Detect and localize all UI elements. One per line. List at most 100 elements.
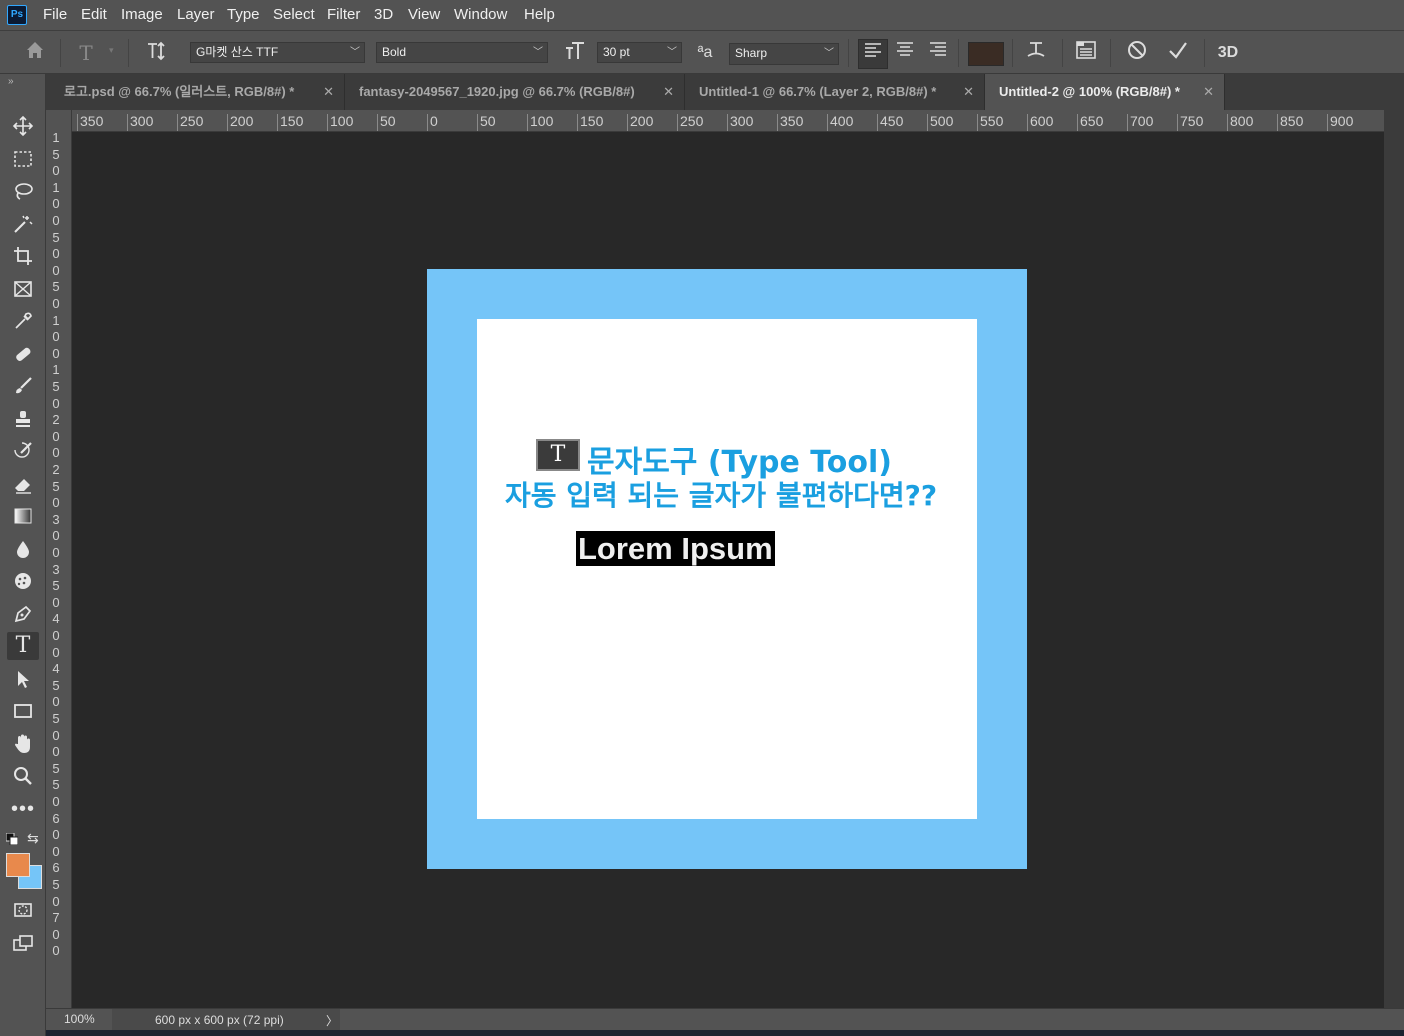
- ruler-label: 250: [680, 113, 704, 129]
- toggle-text-orientation-icon[interactable]: [142, 39, 170, 67]
- quick-mask-icon[interactable]: [7, 896, 39, 924]
- expand-panel-icon[interactable]: »: [8, 76, 14, 87]
- ruler-label: 5: [52, 478, 60, 494]
- taskbar-strip: [0, 1030, 1404, 1036]
- path-selection-tool-icon[interactable]: [7, 665, 39, 693]
- anti-aliasing-select[interactable]: Sharp ﹀: [729, 43, 839, 65]
- zoom-level[interactable]: 100%: [64, 1012, 95, 1026]
- close-icon[interactable]: ✕: [963, 74, 974, 110]
- ruler-label: 350: [780, 113, 804, 129]
- menu-edit[interactable]: Edit: [81, 0, 107, 30]
- crop-tool-icon[interactable]: [7, 242, 39, 270]
- 3d-icon[interactable]: 3D: [1214, 39, 1242, 67]
- close-icon[interactable]: ✕: [323, 74, 334, 110]
- more-tools-icon[interactable]: •••: [7, 795, 39, 823]
- ruler-label: 550: [980, 113, 1004, 129]
- foreground-color-swatch[interactable]: [6, 853, 30, 877]
- menu-type[interactable]: Type: [227, 0, 260, 30]
- sponge-tool-icon[interactable]: [7, 567, 39, 595]
- status-bar: 100% 600 px x 600 px (72 ppi) 〉: [46, 1008, 1404, 1030]
- screen-mode-icon[interactable]: [7, 929, 39, 957]
- menu-window[interactable]: Window: [454, 0, 507, 30]
- font-style-select[interactable]: Bold ﹀: [376, 42, 548, 63]
- warp-text-icon[interactable]: [1022, 39, 1050, 67]
- commit-check-icon[interactable]: [1164, 39, 1192, 67]
- ruler-tick: [1227, 114, 1228, 131]
- text-color-swatch[interactable]: [968, 42, 1004, 66]
- menu-file[interactable]: File: [43, 0, 67, 30]
- headline-line-2: 자동 입력 되는 글자가 불편하다면??: [505, 479, 938, 512]
- status-menu-arrow-icon[interactable]: 〉: [326, 1012, 338, 1029]
- ruler-label: 300: [130, 113, 154, 129]
- ruler-label: 0: [430, 113, 438, 129]
- home-icon[interactable]: [21, 39, 49, 67]
- swap-colors-icon[interactable]: ⇆: [27, 830, 39, 847]
- menu-filter[interactable]: Filter: [327, 0, 360, 30]
- move-tool-icon[interactable]: [7, 112, 39, 140]
- ruler-tick: [1077, 114, 1078, 131]
- ruler-label: 0: [52, 744, 60, 760]
- marquee-tool-icon[interactable]: [7, 145, 39, 173]
- ruler-tick: [1277, 114, 1278, 131]
- ruler-label: 0: [52, 943, 60, 959]
- close-icon[interactable]: ✕: [1203, 74, 1214, 110]
- lasso-tool-icon[interactable]: [7, 177, 39, 205]
- history-brush-tool-icon[interactable]: [7, 437, 39, 465]
- blur-tool-icon[interactable]: [7, 535, 39, 563]
- menu-help[interactable]: Help: [524, 0, 555, 30]
- ruler-label: 2: [52, 462, 60, 477]
- clone-stamp-tool-icon[interactable]: [7, 405, 39, 433]
- align-right-icon[interactable]: [924, 39, 952, 67]
- menu-select[interactable]: Select: [273, 0, 315, 30]
- type-tool-preset-icon[interactable]: T: [72, 39, 100, 67]
- ruler-label: 600: [1030, 113, 1054, 129]
- eraser-tool-icon[interactable]: [7, 470, 39, 498]
- cancel-icon[interactable]: [1123, 39, 1151, 67]
- ruler-label: 0: [52, 794, 60, 809]
- menu-3d[interactable]: 3D: [374, 0, 393, 30]
- tab-fantasy-jpg[interactable]: fantasy-2049567_1920.jpg @ 66.7% (RGB/8#…: [345, 74, 685, 110]
- font-family-select[interactable]: G마켓 산스 TTF ﹀: [190, 42, 365, 63]
- character-panel-icon[interactable]: [1072, 39, 1100, 67]
- tab-logo-psd[interactable]: 로고.psd @ 66.7% (일러스트, RGB/8#) * ✕: [50, 74, 345, 110]
- gradient-tool-icon[interactable]: [7, 502, 39, 530]
- menu-view[interactable]: View: [408, 0, 440, 30]
- ruler-label: 0: [52, 594, 60, 610]
- vertical-ruler: 1501005005010015020025030035040045050055…: [46, 110, 72, 1008]
- ruler-label: 0: [52, 329, 60, 345]
- menu-image[interactable]: Image: [121, 0, 163, 30]
- align-left-icon[interactable]: [858, 39, 888, 69]
- ruler-label: 5: [52, 711, 60, 726]
- close-icon[interactable]: ✕: [663, 74, 674, 110]
- tab-untitled-1[interactable]: Untitled-1 @ 66.7% (Layer 2, RGB/8#) * ✕: [685, 74, 985, 110]
- magic-wand-tool-icon[interactable]: [7, 210, 39, 238]
- hand-tool-icon[interactable]: [7, 730, 39, 758]
- ruler-label: 700: [1130, 113, 1154, 129]
- selected-placeholder-text[interactable]: Lorem Ipsum: [576, 531, 775, 566]
- brush-tool-icon[interactable]: [7, 372, 39, 400]
- zoom-tool-icon[interactable]: [7, 762, 39, 790]
- font-size-field[interactable]: 30 pt ﹀: [597, 42, 682, 63]
- eyedropper-tool-icon[interactable]: [7, 307, 39, 335]
- ruler-tick: [877, 114, 878, 131]
- vertical-scrollbar[interactable]: [1384, 110, 1404, 1008]
- ruler-tick: [427, 114, 428, 131]
- align-center-icon[interactable]: [891, 39, 919, 67]
- ruler-tick: [327, 114, 328, 131]
- chevron-down-icon[interactable]: ▾: [109, 45, 114, 56]
- menu-layer[interactable]: Layer: [177, 0, 215, 30]
- ruler-label: 6: [52, 860, 60, 876]
- ruler-label: 850: [1280, 113, 1304, 129]
- tab-untitled-2[interactable]: Untitled-2 @ 100% (RGB/8#) * ✕: [985, 74, 1225, 110]
- healing-brush-tool-icon[interactable]: [7, 340, 39, 368]
- pen-tool-icon[interactable]: [7, 600, 39, 628]
- ruler-tick: [827, 114, 828, 131]
- ruler-label: 5: [52, 877, 60, 892]
- frame-tool-icon[interactable]: [7, 275, 39, 303]
- rectangle-tool-icon[interactable]: [7, 697, 39, 725]
- default-colors-icon[interactable]: [5, 832, 19, 846]
- document-canvas[interactable]: T 문자도구 (Type Tool) 자동 입력 되는 글자가 불편하다면?? …: [427, 269, 1027, 869]
- ruler-label: 0: [52, 395, 60, 411]
- ruler-label: 350: [80, 113, 104, 129]
- type-tool-icon[interactable]: T: [7, 632, 39, 660]
